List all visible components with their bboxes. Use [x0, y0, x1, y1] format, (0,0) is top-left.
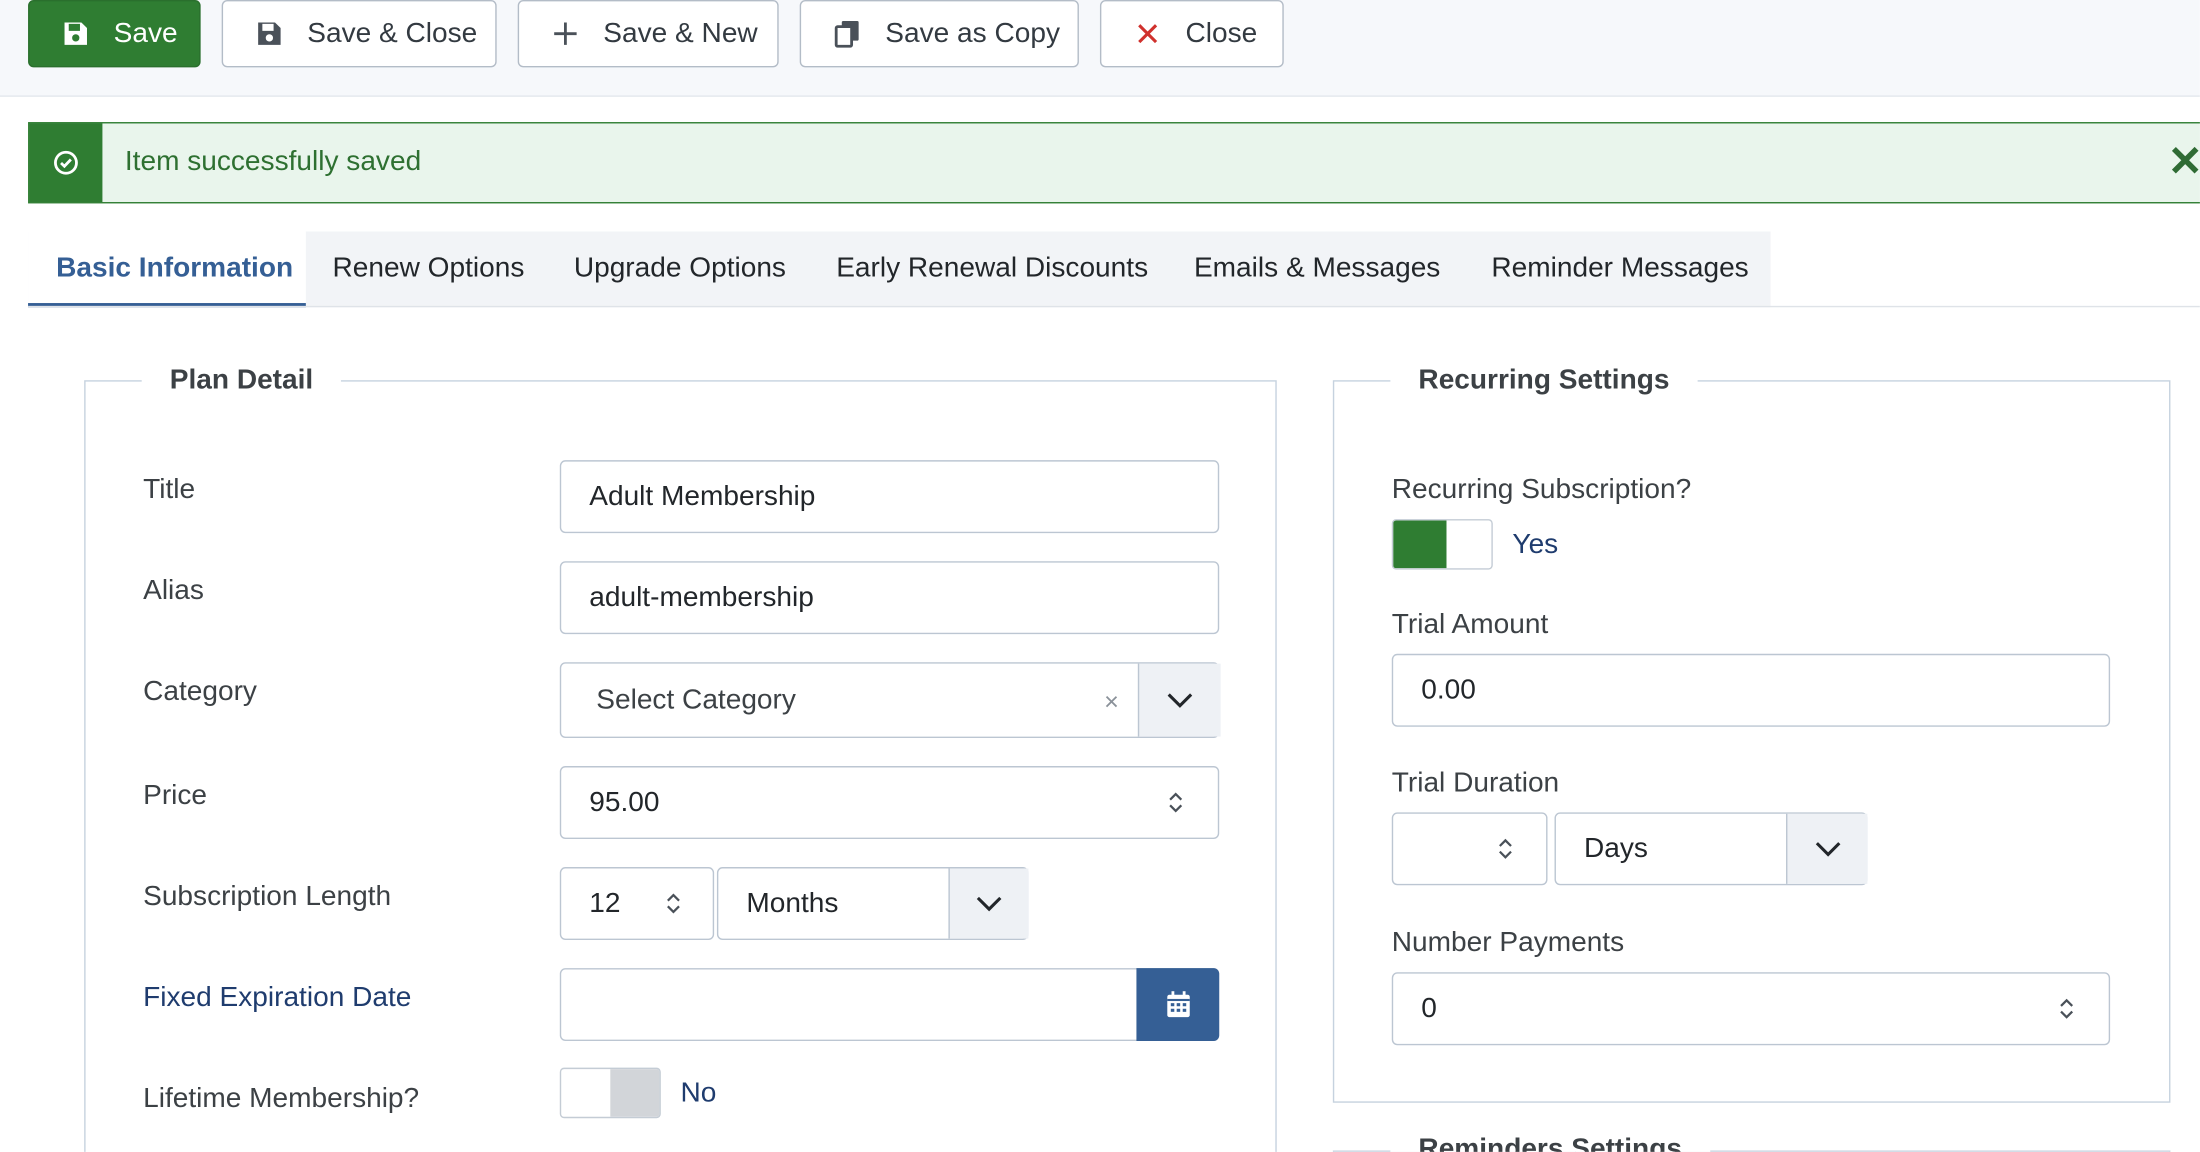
chevron-down-icon — [976, 896, 1002, 912]
subscription-length-label: Subscription Length — [143, 881, 392, 912]
trial-amount-label: Trial Amount — [1391, 608, 1549, 640]
trial-duration-label: Trial Duration — [1391, 767, 1560, 799]
unit-dropdown-toggle[interactable] — [948, 868, 1029, 939]
close-x-icon — [1132, 18, 1163, 49]
toolbar: Save Save & Close Save & New Save as Cop… — [0, 0, 2200, 97]
tab-renew-options[interactable]: Renew Options — [333, 231, 525, 307]
title-label: Title — [143, 474, 196, 506]
subscription-length-value: 12 — [589, 887, 621, 919]
copy-icon — [832, 18, 863, 49]
chevron-down-icon — [1815, 842, 1840, 857]
subscription-length-unit: Months — [746, 887, 839, 919]
trial-duration-unit: Days — [1583, 832, 1648, 864]
tab-reminder-messages[interactable]: Reminder Messages — [1491, 231, 1748, 307]
toggle-knob — [1393, 520, 1447, 569]
category-label: Category — [143, 676, 257, 708]
plus-icon — [550, 18, 581, 49]
save-as-copy-label: Save as Copy — [885, 17, 1060, 49]
price-label: Price — [143, 780, 208, 811]
trial-amount-input[interactable]: 0.00 — [1391, 653, 2111, 727]
clear-category-icon[interactable]: × — [1104, 687, 1119, 716]
page: Save Save & Close Save & New Save as Cop… — [0, 0, 2200, 1152]
spinner-arrows-icon[interactable] — [1167, 788, 1184, 816]
floppy-disk-icon — [60, 18, 91, 49]
recurring-settings-legend: Recurring Settings — [1390, 364, 1698, 398]
unit-dropdown-toggle[interactable] — [1786, 813, 1868, 884]
number-payments-input[interactable]: 0 — [1391, 972, 2111, 1046]
calendar-icon — [1166, 991, 1190, 1018]
tab-divider — [28, 305, 2200, 308]
subscription-length-unit-select[interactable]: Months — [716, 867, 1029, 941]
title-value: Adult Membership — [589, 480, 816, 512]
floppy-disk-icon — [254, 18, 285, 49]
subscription-length-input[interactable]: 12 — [559, 867, 715, 941]
tab-basic-information[interactable]: Basic Information — [28, 231, 306, 308]
spinner-arrows-icon[interactable] — [2058, 995, 2075, 1023]
alert-message: Item successfully saved — [124, 145, 422, 177]
check-circle-icon — [29, 123, 103, 203]
trial-amount-value: 0.00 — [1421, 674, 1476, 706]
plan-detail-legend: Plan Detail — [141, 364, 342, 398]
trial-duration-input[interactable] — [1391, 812, 1548, 886]
close-label: Close — [1185, 17, 1258, 49]
number-payments-label: Number Payments — [1391, 927, 1625, 959]
lifetime-membership-value: No — [680, 1077, 717, 1109]
alias-input[interactable]: adult-membership — [559, 561, 1220, 635]
save-new-button[interactable]: Save & New — [517, 0, 779, 68]
trial-duration-unit-select[interactable]: Days — [1554, 812, 1868, 886]
fixed-expiration-date-input[interactable] — [559, 968, 1220, 1042]
tab-upgrade-options[interactable]: Upgrade Options — [574, 231, 786, 307]
save-new-label: Save & New — [603, 17, 758, 49]
price-value: 95.00 — [589, 786, 660, 818]
recurring-subscription-value: Yes — [1512, 528, 1559, 560]
title-input[interactable]: Adult Membership — [559, 460, 1220, 534]
category-dropdown-toggle[interactable] — [1137, 663, 1221, 737]
tab-emails-messages[interactable]: Emails & Messages — [1194, 231, 1440, 307]
lifetime-membership-label: Lifetime Membership? — [143, 1083, 420, 1114]
category-placeholder: Select Category — [596, 683, 796, 715]
save-label: Save — [113, 17, 178, 49]
save-button[interactable]: Save — [28, 0, 201, 68]
save-close-button[interactable]: Save & Close — [221, 0, 497, 68]
alias-label: Alias — [143, 575, 204, 607]
number-payments-value: 0 — [1421, 992, 1437, 1024]
save-close-label: Save & Close — [307, 17, 478, 49]
calendar-button[interactable] — [1136, 968, 1220, 1042]
tab-bar: Basic Information Renew Options Upgrade … — [28, 231, 1771, 308]
category-select[interactable]: Select Category × — [559, 662, 1221, 738]
alias-value: adult-membership — [589, 581, 814, 613]
spinner-arrows-icon[interactable] — [665, 890, 682, 918]
reminders-settings-legend: Reminders Settings — [1390, 1133, 1711, 1152]
success-alert: Item successfully saved ✕ — [28, 122, 2200, 204]
recurring-subscription-toggle[interactable] — [1391, 519, 1493, 570]
recurring-subscription-label: Recurring Subscription? — [1391, 474, 1692, 506]
lifetime-membership-toggle[interactable] — [559, 1067, 661, 1119]
price-input[interactable]: 95.00 — [559, 766, 1220, 839]
fixed-expiration-date-label[interactable]: Fixed Expiration Date — [143, 982, 411, 1014]
save-as-copy-button[interactable]: Save as Copy — [799, 0, 1079, 68]
dismiss-alert-icon[interactable]: ✕ — [2168, 137, 2200, 186]
spinner-arrows-icon[interactable] — [1497, 835, 1514, 863]
tab-early-renewal-discounts[interactable]: Early Renewal Discounts — [836, 231, 1148, 307]
toggle-knob — [610, 1069, 660, 1117]
close-button[interactable]: Close — [1099, 0, 1284, 68]
chevron-down-icon — [1167, 693, 1193, 708]
